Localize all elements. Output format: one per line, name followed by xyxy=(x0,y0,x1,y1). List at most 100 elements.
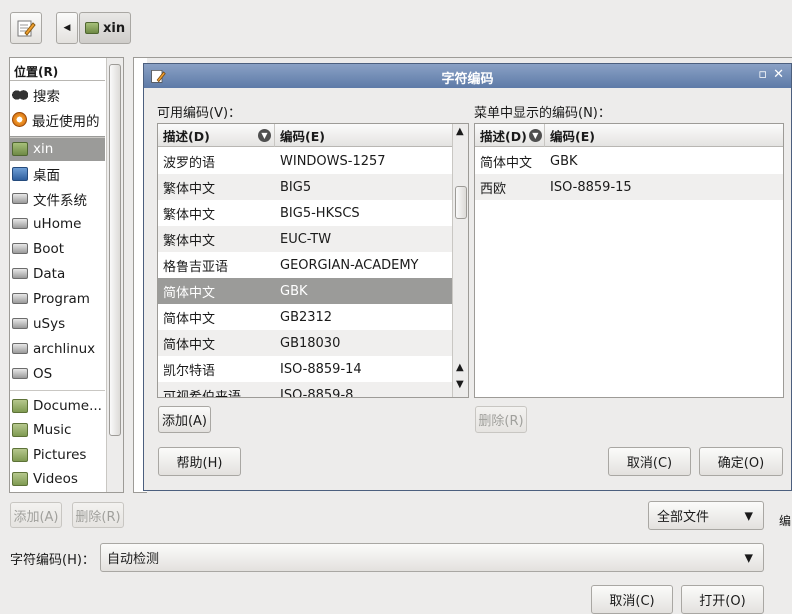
places-separator xyxy=(10,390,105,391)
table-row[interactable]: 西欧 ISO-8859-15 xyxy=(475,174,783,200)
encoding-description: 格鲁吉亚语 xyxy=(163,259,229,275)
character-encoding-dialog: 字符编码 ▫ ✕ 可用编码(V)： 菜单中显示的编码(N)： 描述(D) ▼ 编… xyxy=(143,63,792,491)
sidebar-item-uhome[interactable]: uHome xyxy=(10,211,105,236)
cancel-button[interactable]: 取消(C) xyxy=(591,585,673,614)
sidebar-item-label: Music xyxy=(33,422,72,438)
sidebar-item-xin[interactable]: xin xyxy=(10,136,105,161)
encoding-description: 简体中文 xyxy=(163,285,216,301)
encoding-code: ISO-8859-15 xyxy=(550,179,632,195)
sidebar-item--[interactable]: 文件系统 xyxy=(10,186,105,211)
table-row[interactable]: 波罗的语 WINDOWS-1257 xyxy=(158,148,452,174)
ok-button[interactable]: 确定(O) xyxy=(699,447,783,476)
home-folder-icon xyxy=(12,141,28,156)
encoding-description: 可视希伯来语 xyxy=(163,389,242,398)
drive-icon xyxy=(12,343,28,354)
open-button[interactable]: 打开(O) xyxy=(681,585,764,614)
shown-encodings-label: 菜单中显示的编码(N)： xyxy=(474,106,611,121)
table-row[interactable]: 凯尔特语 ISO-8859-14 xyxy=(158,356,452,382)
folder-icon xyxy=(12,447,28,462)
dialog-title: 字符编码 xyxy=(441,72,494,87)
drive-icon xyxy=(12,368,28,379)
dropdown-arrow-icon: ▼ xyxy=(744,551,753,564)
sidebar-item-label: 最近使用的 xyxy=(32,113,100,130)
remove-encoding-button[interactable]: 删除(R) xyxy=(475,406,527,433)
scroll-down-icon[interactable]: ▼ xyxy=(456,379,464,390)
places-scrollbar[interactable] xyxy=(106,58,123,492)
path-back-button[interactable]: ◀ xyxy=(56,12,78,44)
sort-down-icon: ▼ xyxy=(528,128,542,142)
column-header-encoding[interactable]: 编码(E) xyxy=(545,124,783,147)
table-row[interactable]: 格鲁吉亚语 GEORGIAN-ACADEMY xyxy=(158,252,452,278)
sidebar-item-docume-[interactable]: Docume... xyxy=(10,393,105,418)
encoding-code: GBK xyxy=(280,283,308,299)
folder-icon xyxy=(12,472,28,486)
places-header[interactable]: 位置(R) xyxy=(11,60,105,80)
table-row[interactable]: 繁体中文 BIG5 xyxy=(158,174,452,200)
sidebar-item-label: Docume... xyxy=(33,397,102,414)
available-scrollbar[interactable]: ▲ ▲ ▼ xyxy=(452,124,468,397)
sidebar-item-data[interactable]: Data xyxy=(10,261,105,286)
encoding-code: WINDOWS-1257 xyxy=(280,153,386,169)
sidebar-item-videos[interactable]: Videos xyxy=(10,467,105,492)
places-separator xyxy=(10,137,105,138)
help-button[interactable]: 帮助(H) xyxy=(158,447,241,476)
encoding-description: 繁体中文 xyxy=(163,233,216,249)
shown-encodings-list[interactable]: 描述(D) ▼ 编码(E) 简体中文 GBK 西欧 ISO-8859-15 xyxy=(474,123,784,398)
path-button-xin[interactable]: xin xyxy=(79,12,131,44)
available-scroll-thumb[interactable] xyxy=(455,186,467,219)
drive-icon xyxy=(12,218,28,229)
sidebar-item-label: Pictures xyxy=(33,446,87,463)
column-header-description[interactable]: 描述(D) ▼ xyxy=(475,124,545,147)
encoding-description: 简体中文 xyxy=(480,155,533,171)
scroll-up-icon[interactable]: ▲ xyxy=(456,126,464,137)
drive-icon xyxy=(12,293,28,304)
column-header-description[interactable]: 描述(D) ▼ xyxy=(158,124,275,147)
add-encoding-button[interactable]: 添加(A) xyxy=(158,406,211,433)
table-row[interactable]: 繁体中文 EUC-TW xyxy=(158,226,452,252)
places-header-divider xyxy=(10,80,105,81)
sidebar-item-boot[interactable]: Boot xyxy=(10,236,105,261)
available-encodings-list[interactable]: 描述(D) ▼ 编码(E) 波罗的语 WINDOWS-1257 繁体中文 BIG5 繁体… xyxy=(157,123,469,398)
sidebar-item-label: 文件系统 xyxy=(33,192,87,209)
minimize-icon[interactable]: ▫ xyxy=(758,67,767,82)
sidebar-item--[interactable]: 桌面 xyxy=(10,161,105,186)
sidebar-item-program[interactable]: Program xyxy=(10,286,105,311)
sidebar-item--[interactable]: 搜索 xyxy=(10,82,105,107)
sidebar-item-os[interactable]: OS xyxy=(10,361,105,386)
path-button-label: xin xyxy=(103,20,126,36)
home-folder-icon xyxy=(85,22,99,34)
encoding-code: GEORGIAN-ACADEMY xyxy=(280,257,419,273)
file-list-column-divider xyxy=(133,57,792,58)
sidebar-item-usys[interactable]: uSys xyxy=(10,311,105,336)
places-add-button[interactable]: 添加(A) xyxy=(10,502,62,528)
table-row[interactable]: 简体中文 GBK xyxy=(158,278,452,304)
sidebar-item-label: archlinux xyxy=(33,340,96,357)
sidebar-item-label: Videos xyxy=(33,471,78,487)
recent-icon xyxy=(12,112,27,127)
table-row[interactable]: 简体中文 GB2312 xyxy=(158,304,452,330)
file-filter-combo[interactable]: 全部文件 ▼ xyxy=(648,501,764,530)
sidebar-item-pictures[interactable]: Pictures xyxy=(10,442,105,467)
encoding-combo[interactable]: 自动检测 ▼ xyxy=(100,543,764,572)
encoding-description: 波罗的语 xyxy=(163,155,216,171)
sidebar-item-music[interactable]: Music xyxy=(10,418,105,443)
sort-down-icon: ▼ xyxy=(258,128,271,142)
table-row[interactable]: 简体中文 GBK xyxy=(475,148,783,174)
sidebar-item-archlinux[interactable]: archlinux xyxy=(10,336,105,361)
close-icon[interactable]: ✕ xyxy=(773,67,784,82)
table-row[interactable]: 繁体中文 BIG5-HKSCS xyxy=(158,200,452,226)
dialog-cancel-button[interactable]: 取消(C) xyxy=(608,447,691,476)
table-row[interactable]: 简体中文 GB18030 xyxy=(158,330,452,356)
edit-location-button[interactable] xyxy=(10,12,42,44)
sidebar-item--[interactable]: 最近使用的 xyxy=(10,107,105,132)
table-row[interactable]: 可视希伯来语 ISO-8859-8 xyxy=(158,382,452,398)
places-remove-button[interactable]: 删除(R) xyxy=(72,502,124,528)
drive-icon xyxy=(12,193,28,204)
sidebar-item-label: uSys xyxy=(33,315,66,332)
dropdown-arrow-icon: ▼ xyxy=(744,509,753,522)
encoding-code: BIG5-HKSCS xyxy=(280,205,360,221)
dialog-titlebar[interactable]: 字符编码 ▫ ✕ xyxy=(144,64,791,88)
scroll-up-icon[interactable]: ▲ xyxy=(456,362,464,373)
column-header-encoding[interactable]: 编码(E) xyxy=(275,124,452,147)
places-scroll-thumb[interactable] xyxy=(109,64,121,436)
